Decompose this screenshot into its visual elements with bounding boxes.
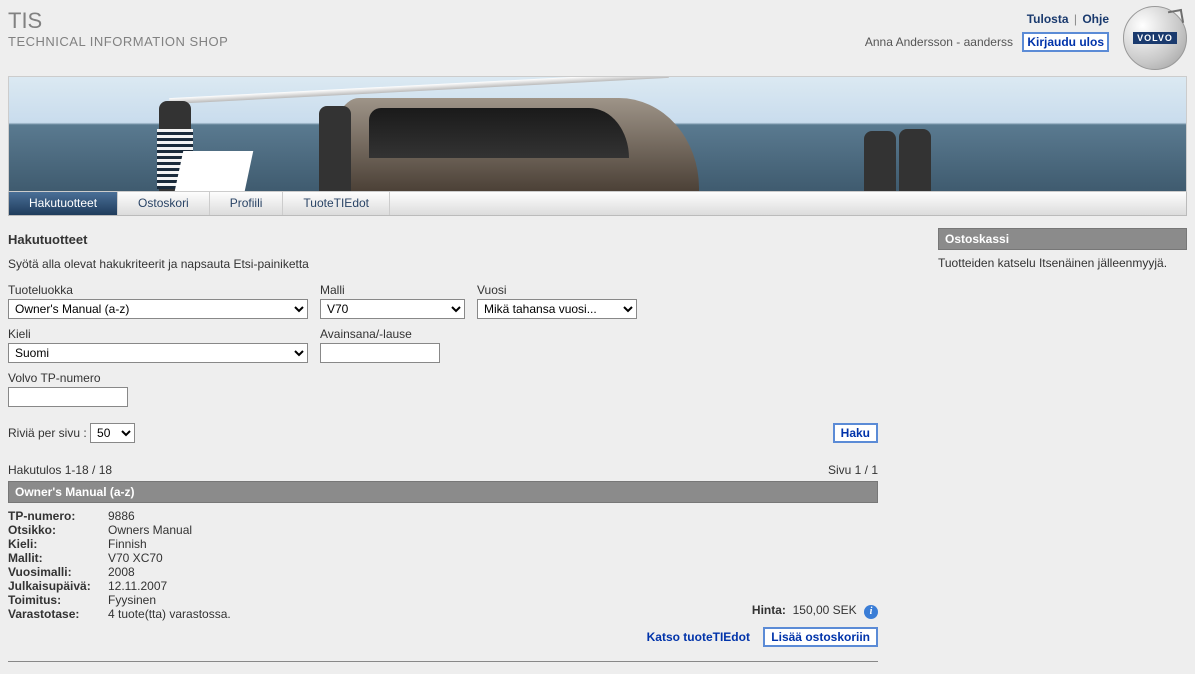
logout-button[interactable]: Kirjaudu ulos [1022,32,1109,52]
page-info: Sivu 1 / 1 [828,463,878,477]
label-price: Hinta: [752,603,786,617]
result-group-header: Owner's Manual (a-z) [8,481,878,503]
result-summary: Hakutulos 1-18 / 18 [8,463,112,477]
result-item: TP-numero:9886 Otsikko:Owners Manual Kie… [8,509,878,647]
rows-per-page-select[interactable]: 50 [90,423,135,443]
separator: | [1074,12,1077,26]
value-models: V70 XC70 [108,551,163,565]
language-label: Kieli [8,327,308,341]
language-select[interactable]: Suomi [8,343,308,363]
cart-note: Tuotteiden katselu Itsenäinen jälleenmyy… [938,256,1187,270]
label-title: Otsikko: [8,523,108,537]
label-pub: Julkaisupäivä: [8,579,108,593]
main-panel: Hakutuotteet Syötä alla olevat hakukrite… [8,228,878,662]
keyword-label: Avainsana/-lause [320,327,440,341]
value-tp: 9886 [108,509,135,523]
logo-text: VOLVO [1133,32,1177,44]
hero-banner [8,76,1187,192]
user-display: Anna Andersson - aanderss [865,35,1013,49]
search-button[interactable]: Haku [833,423,878,443]
keyword-input[interactable] [320,343,440,363]
model-label: Malli [320,283,465,297]
side-panel: Ostoskassi Tuotteiden katselu Itsenäinen… [938,228,1187,662]
tab-search-products[interactable]: Hakutuotteet [9,192,118,215]
label-stock: Varastotase: [8,607,108,621]
rows-per-page-label: Riviä per sivu : [8,426,87,440]
category-label: Tuoteluokka [8,283,308,297]
label-tp: TP-numero: [8,509,108,523]
label-models: Mallit: [8,551,108,565]
info-icon[interactable]: i [864,605,878,619]
value-stock: 4 tuote(tta) varastossa. [108,607,231,621]
label-year: Vuosimalli: [8,565,108,579]
value-year: 2008 [108,565,135,579]
value-title: Owners Manual [108,523,192,537]
value-pub: 12.11.2007 [108,579,167,593]
value-delivery: Fyysinen [108,593,156,607]
cart-header: Ostoskassi [938,228,1187,250]
header: TIS TECHNICAL INFORMATION SHOP Tulosta |… [0,0,1195,76]
tab-cart[interactable]: Ostoskori [118,192,210,215]
tab-product-info[interactable]: TuoteTIEdot [283,192,390,215]
tp-number-input[interactable] [8,387,128,407]
page-subtitle: Syötä alla olevat hakukriteerit ja napsa… [8,257,878,271]
label-delivery: Toimitus: [8,593,108,607]
value-lang: Finnish [108,537,147,551]
tab-profile[interactable]: Profiili [210,192,284,215]
year-label: Vuosi [477,283,637,297]
model-select[interactable]: V70 [320,299,465,319]
filter-form: Tuoteluokka Owner's Manual (a-z) Malli V… [8,283,878,407]
view-product-info-link[interactable]: Katso tuoteTIEdot [647,630,750,644]
help-link[interactable]: Ohje [1082,12,1109,26]
value-price: 150,00 SEK [793,603,857,617]
category-select[interactable]: Owner's Manual (a-z) [8,299,308,319]
label-lang: Kieli: [8,537,108,551]
main-tabs: Hakutuotteet Ostoskori Profiili TuoteTIE… [8,192,1187,216]
brand-logo: VOLVO [1123,6,1187,70]
print-link[interactable]: Tulosta [1027,12,1069,26]
page-title: Hakutuotteet [8,232,878,247]
add-to-cart-button[interactable]: Lisää ostoskoriin [763,627,878,647]
year-select[interactable]: Mikä tahansa vuosi... [477,299,637,319]
divider [8,661,878,662]
tp-number-label: Volvo TP-numero [8,371,878,385]
